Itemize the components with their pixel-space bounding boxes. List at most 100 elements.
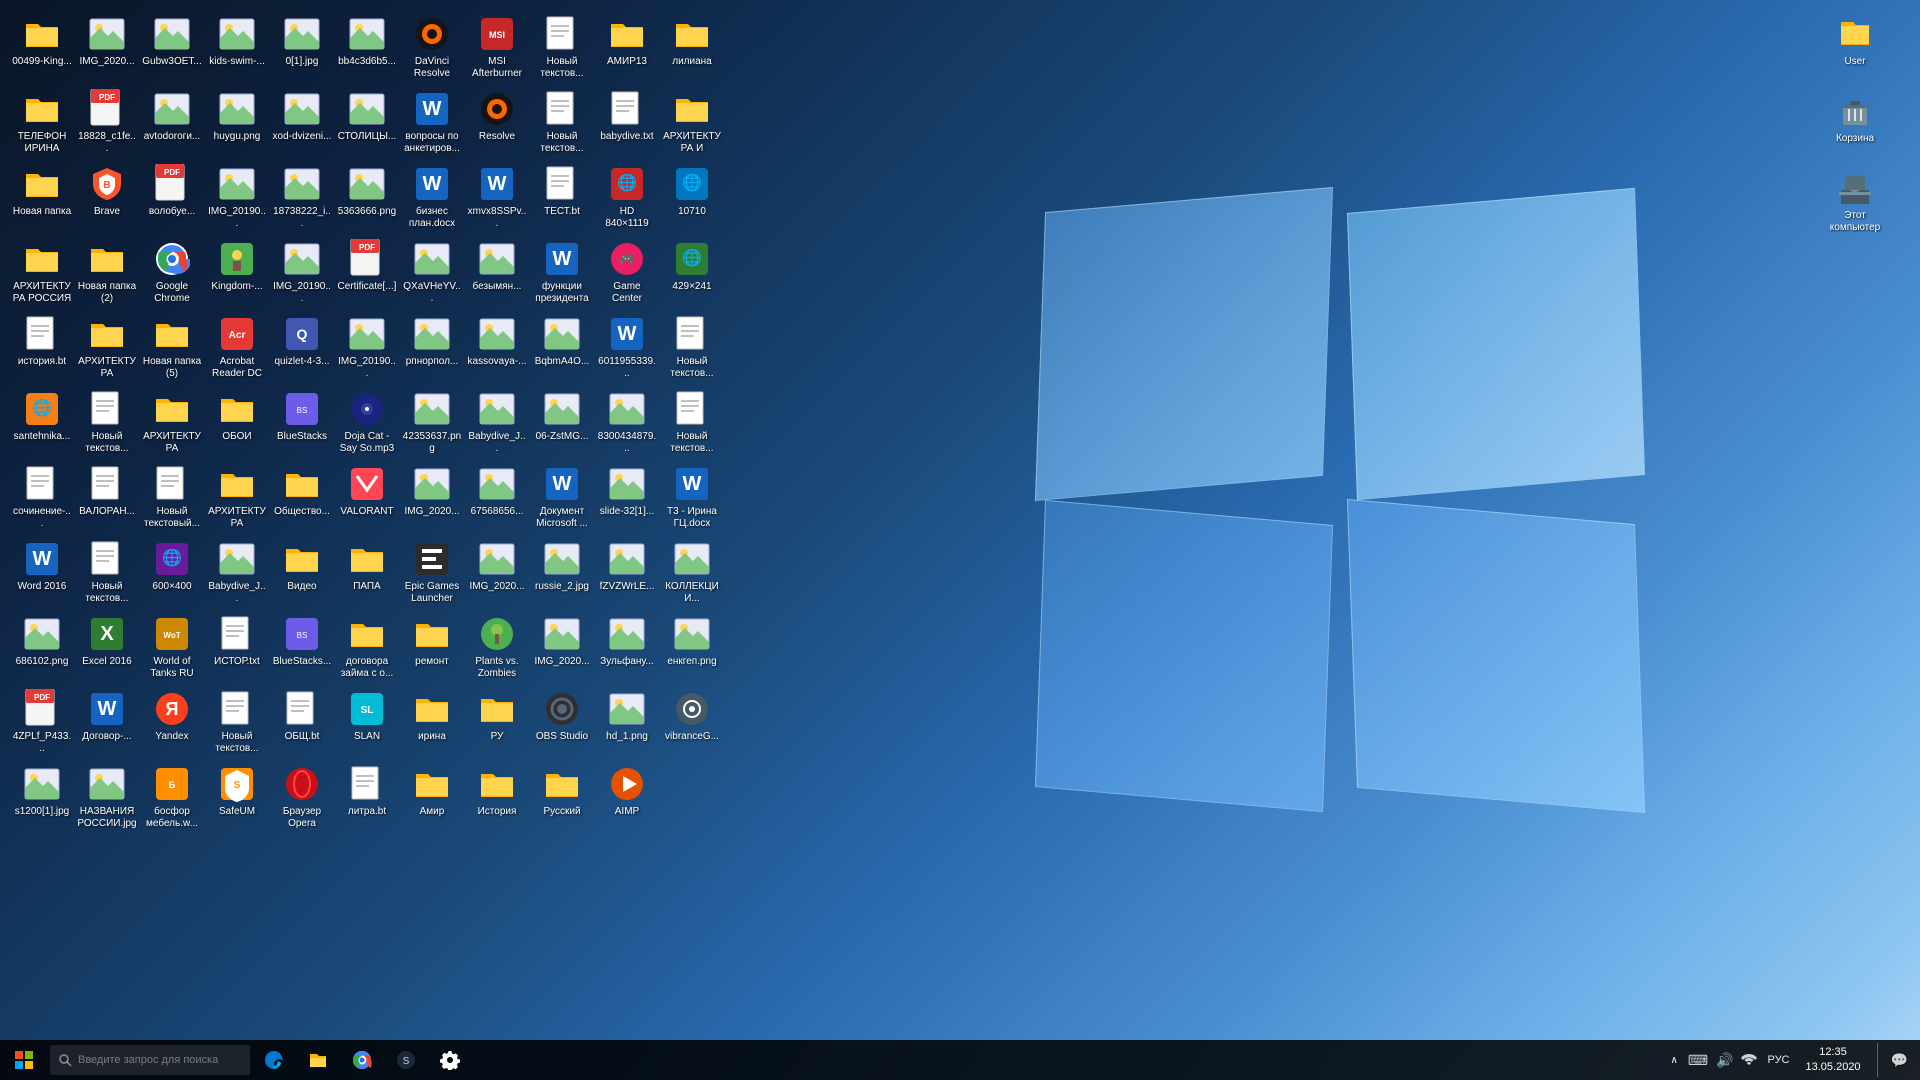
desktop-icon-novaya-papka[interactable]: Новая папка	[10, 160, 74, 232]
desktop-icon-biznes-plan[interactable]: W бизнес план.docx	[400, 160, 464, 232]
desktop-icon-russie-2[interactable]: russie_2.jpg	[530, 535, 594, 607]
desktop-icon-voprosy-po[interactable]: W вопросы по анкетиров...	[400, 85, 464, 157]
desktop-icon-obsch-txt[interactable]: ОБЩ.bt	[270, 685, 334, 757]
desktop-right-icon-this-pc[interactable]: Этот компьютер	[1823, 164, 1887, 236]
desktop-icon-42353637[interactable]: 42353637.png	[400, 385, 464, 457]
desktop-icon-new-txt-8[interactable]: Новый текстов...	[205, 685, 269, 757]
desktop-icon-sochinenie[interactable]: сочинение-...	[10, 460, 74, 532]
desktop-icon-avtodorog[interactable]: avtodoroги...	[140, 85, 204, 157]
desktop-icon-00499-king[interactable]: 00499-King...	[10, 10, 74, 82]
taskbar-settings[interactable]	[428, 1040, 472, 1080]
notification-center[interactable]: 💬	[1887, 1052, 1912, 1069]
desktop-icon-t3-irina[interactable]: W Т3 - Ирина ГЦ.docx	[660, 460, 724, 532]
taskbar-search[interactable]: Введите запрос для поиска	[50, 1045, 250, 1075]
desktop-icon-babydive-jpg2[interactable]: Babydive_J...	[205, 535, 269, 607]
desktop-icon-img-2020-1[interactable]: IMG_2020...	[75, 10, 139, 82]
desktop-icon-telefon-irina[interactable]: ТЕЛЕФОН ИРИНА	[10, 85, 74, 157]
desktop-icon-obschestvo[interactable]: Общество...	[270, 460, 334, 532]
desktop-icon-babydive-txt[interactable]: babydive.txt	[595, 85, 659, 157]
desktop-icon-amir13[interactable]: АМИР13	[595, 10, 659, 82]
desktop-icon-s1200-1[interactable]: s1200[1].jpg	[10, 760, 74, 832]
desktop-icon-valorant-txt[interactable]: ВАЛОРАН...	[75, 460, 139, 532]
desktop-icon-remont[interactable]: ремонт	[400, 610, 464, 682]
desktop-icon-bqbma4o[interactable]: BqbmA4O...	[530, 310, 594, 382]
tray-network[interactable]	[1739, 1051, 1759, 1070]
taskbar-chrome[interactable]	[340, 1040, 384, 1080]
desktop-icon-600x400[interactable]: 🌐 600×400	[140, 535, 204, 607]
desktop-icon-gubw3oet[interactable]: Gubw3OET...	[140, 10, 204, 82]
desktop-icon-new-txt-5[interactable]: Новый текстов...	[660, 385, 724, 457]
desktop-icon-acrobat-dc[interactable]: Acr Acrobat Reader DC	[205, 310, 269, 382]
desktop-icon-world-of-tanks[interactable]: WoT World of Tanks RU	[140, 610, 204, 682]
desktop-icon-bezymyan[interactable]: безымян...	[465, 235, 529, 307]
desktop-icon-resolve[interactable]: Resolve	[465, 85, 529, 157]
desktop-icon-img-2019-2[interactable]: IMG_20190...	[270, 235, 334, 307]
desktop-icon-new-txt-3[interactable]: Новый текстов...	[660, 310, 724, 382]
desktop-icon-vibrance[interactable]: vibranceG...	[660, 685, 724, 757]
taskbar-file-explorer[interactable]	[296, 1040, 340, 1080]
desktop-icon-enkgen[interactable]: енкгеп.png	[660, 610, 724, 682]
desktop-icon-stolitsa[interactable]: СТОЛИЦЫ...	[335, 85, 399, 157]
desktop-icon-429x241[interactable]: 🌐 429×241	[660, 235, 724, 307]
desktop-icon-google-chrome[interactable]: Google Chrome	[140, 235, 204, 307]
desktop-icon-kingdom[interactable]: Kingdom-...	[205, 235, 269, 307]
desktop-icon-18738222[interactable]: 18738222_i...	[270, 160, 334, 232]
desktop-icon-papa[interactable]: ПАПА	[335, 535, 399, 607]
desktop-icon-dogovor-txt[interactable]: W Договор-...	[75, 685, 139, 757]
desktop-icon-arhit-skulp[interactable]: АРХИТЕКТУРА И СКУЛЬП...	[660, 85, 724, 157]
desktop-icon-kollekcii[interactable]: КОЛЛЕКЦИИ...	[660, 535, 724, 607]
desktop-icon-funktsii[interactable]: W функции президента	[530, 235, 594, 307]
desktop-right-icon-korzina[interactable]: Корзина	[1823, 87, 1887, 159]
taskbar-edge[interactable]	[252, 1040, 296, 1080]
desktop-icon-babydive-jpg[interactable]: Babydive_J...	[465, 385, 529, 457]
taskbar-steam[interactable]: S	[384, 1040, 428, 1080]
desktop-icon-img-2019-1[interactable]: IMG_20190...	[205, 160, 269, 232]
desktop-icon-doja-cat[interactable]: Doja Cat - Say So.mp3	[335, 385, 399, 457]
desktop-icon-word-2016[interactable]: W Word 2016	[10, 535, 74, 607]
desktop-icon-arhit-skulptu[interactable]: АРХИТЕКТУРА СКУЛЬПТУ...	[205, 460, 269, 532]
desktop-icon-amir[interactable]: Амир	[400, 760, 464, 832]
desktop-icon-new-txt-7[interactable]: Новый текстов...	[75, 535, 139, 607]
desktop-right-icon-user[interactable]: User	[1823, 10, 1887, 82]
tray-volume[interactable]: 🔊	[1714, 1052, 1735, 1069]
desktop-icon-davinci[interactable]: DaVinci Resolve Pro...	[400, 10, 464, 82]
desktop-icon-volobuye[interactable]: PDF волобуе...	[140, 160, 204, 232]
desktop-icon-4zplf-p433[interactable]: PDF 4ZPLf_P433...	[10, 685, 74, 757]
desktop-icon-game-center[interactable]: 🎮 Game Center	[595, 235, 659, 307]
desktop-icon-xod-dvizen[interactable]: xod-dvizeni...	[270, 85, 334, 157]
desktop-icon-67568656[interactable]: 67568656...	[465, 460, 529, 532]
desktop-icon-russkiy[interactable]: Русский	[530, 760, 594, 832]
desktop-icon-img-2020-4[interactable]: IMG_2020...	[530, 610, 594, 682]
desktop-icon-fzvzwrle[interactable]: fZVZWrLE...	[595, 535, 659, 607]
desktop-icon-arhit-novgorod[interactable]: АРХИТЕКТУРА НОВГОРОД	[140, 385, 204, 457]
desktop-icon-bluestacks[interactable]: BS BlueStacks	[270, 385, 334, 457]
desktop-icon-novaya-papka-5[interactable]: Новая папка (5)	[140, 310, 204, 382]
desktop-icon-excel-2016[interactable]: X Excel 2016	[75, 610, 139, 682]
desktop-icon-18828-c1fe[interactable]: PDF 18828_c1fe...	[75, 85, 139, 157]
desktop-icon-huygu[interactable]: huygu.png	[205, 85, 269, 157]
desktop-icon-img-2020-2[interactable]: IMG_2020...	[400, 460, 464, 532]
desktop-icon-yandex[interactable]: Я Yandex	[140, 685, 204, 757]
desktop-icon-test-txt[interactable]: ТЕСТ.bt	[530, 160, 594, 232]
desktop-icon-safeup[interactable]: S SafeUM	[205, 760, 269, 832]
show-desktop[interactable]	[1877, 1043, 1883, 1077]
desktop-icon-dokument-ms[interactable]: W Документ Microsoft ...	[530, 460, 594, 532]
desktop-icon-bosffor[interactable]: Б босфор мебель.w...	[140, 760, 204, 832]
desktop-icon-bb4c3d6b[interactable]: bb4c3d6b5...	[335, 10, 399, 82]
desktop-icon-6011955339[interactable]: W 6011955339...	[595, 310, 659, 382]
desktop-icon-06-zstmg[interactable]: 06-ZstMG...	[530, 385, 594, 457]
desktop-icon-epic-games[interactable]: Epic Games Launcher	[400, 535, 464, 607]
desktop-icon-arhit-vladimir[interactable]: АРХИТЕКТУРА ВЛАДИМИР	[75, 310, 139, 382]
desktop-icon-686102[interactable]: 686102.png	[10, 610, 74, 682]
desktop-icon-xmvx8ssv[interactable]: W xmvx8SSPv...	[465, 160, 529, 232]
desktop-icon-irina[interactable]: ирина	[400, 685, 464, 757]
taskbar-clock[interactable]: 12:35 13.05.2020	[1798, 1045, 1869, 1076]
desktop-icon-istoriya[interactable]: История	[465, 760, 529, 832]
desktop-icon-qxavheyv[interactable]: QXaVHeYV...	[400, 235, 464, 307]
desktop-icon-10710[interactable]: 🌐 10710	[660, 160, 724, 232]
start-button[interactable]	[0, 1040, 48, 1080]
desktop-icon-new-txt-2[interactable]: Новый текстов...	[530, 85, 594, 157]
desktop-icon-video[interactable]: Видео	[270, 535, 334, 607]
desktop-icon-new-txt-6[interactable]: Новый текстовый...	[140, 460, 204, 532]
tray-keyboard[interactable]: ⌨	[1686, 1052, 1710, 1069]
